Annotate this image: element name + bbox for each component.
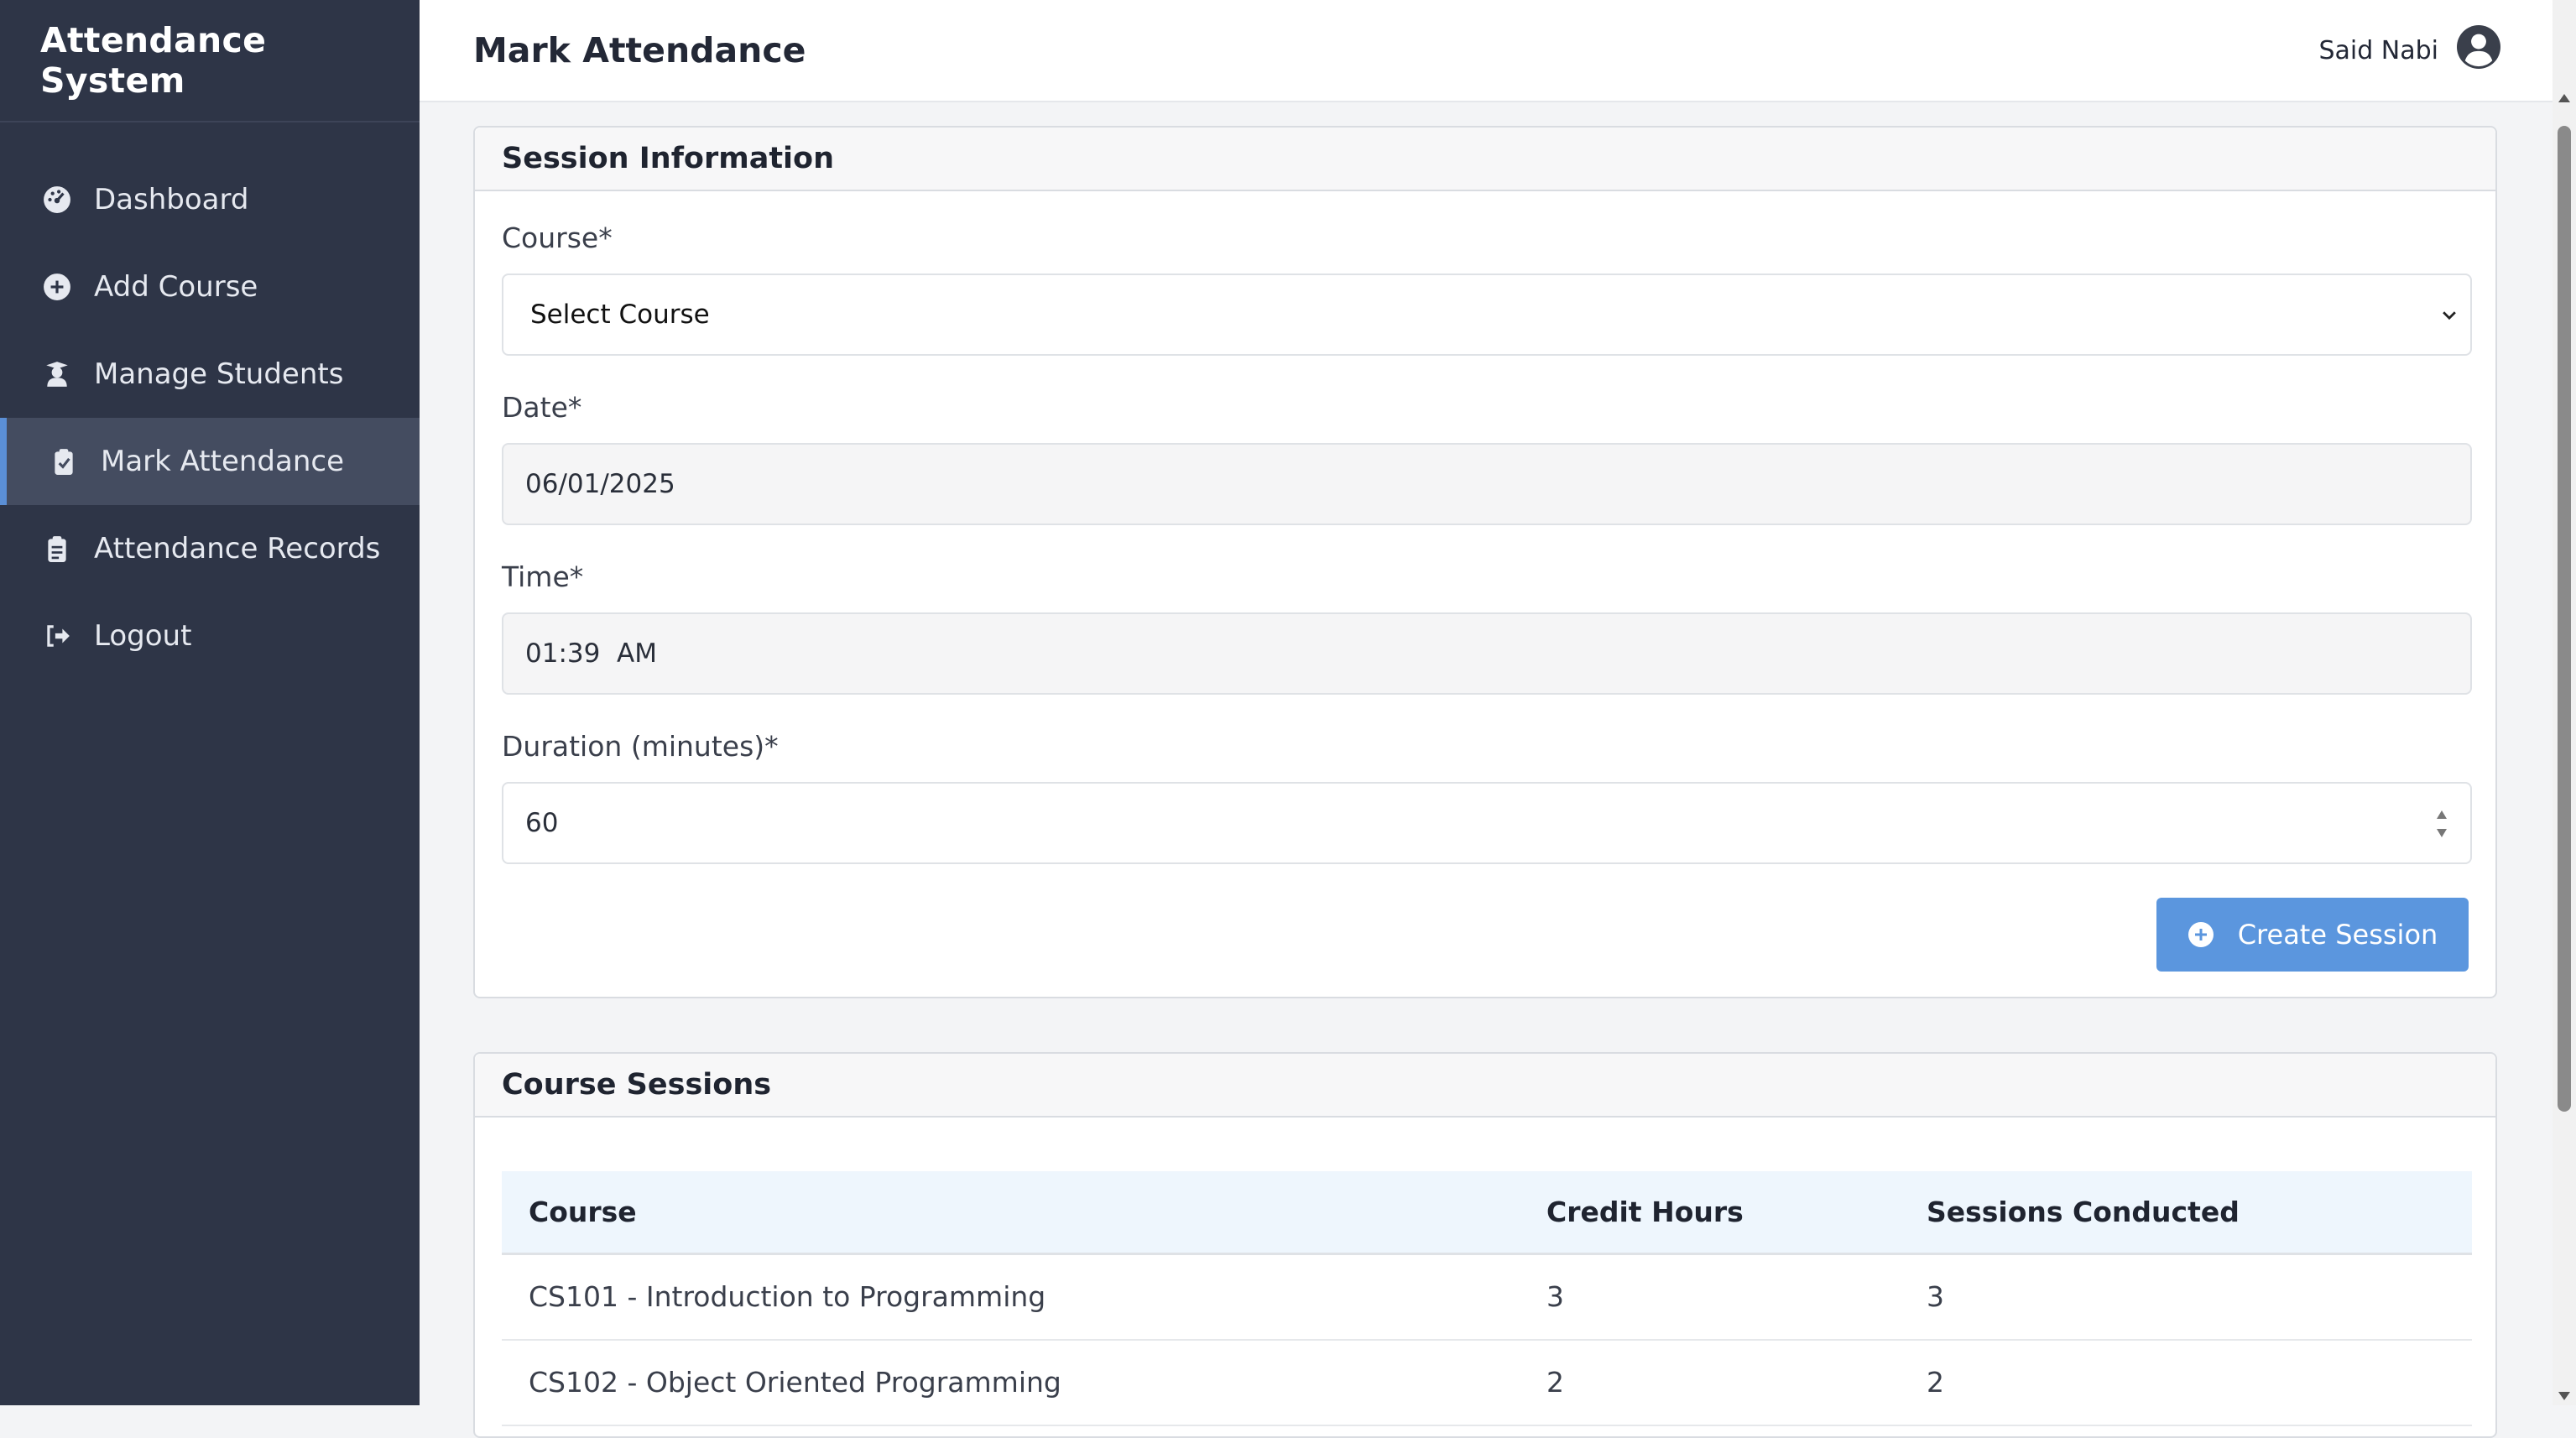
- sidebar-item-label: Manage Students: [94, 357, 344, 391]
- course-label: Course*: [502, 221, 613, 254]
- sidebar-item-manage-students[interactable]: Manage Students: [0, 331, 420, 418]
- duration-value: 60: [525, 808, 559, 838]
- sessions-conducted-cell: 3: [1900, 1253, 2472, 1341]
- date-value: 06/01/2025: [525, 469, 675, 499]
- course-select[interactable]: Select Course: [502, 274, 2472, 356]
- column-header-course: Course: [502, 1171, 1520, 1255]
- column-header-sessions-conducted: Sessions Conducted: [1900, 1171, 2472, 1255]
- time-label: Time*: [502, 560, 584, 593]
- credit-hours-cell: 3: [1520, 1253, 1900, 1341]
- sidebar-item-label: Logout: [94, 619, 192, 653]
- sidebar-item-label: Dashboard: [94, 183, 249, 216]
- sidebar-item-label: Add Course: [94, 270, 258, 304]
- sidebar: Attendance System Dashboard Add Course M…: [0, 0, 420, 1405]
- scroll-down-arrow-icon[interactable]: [2558, 1392, 2570, 1400]
- course-cell: CS101 - Introduction to Programming: [502, 1253, 1520, 1341]
- column-header-credit-hours: Credit Hours: [1520, 1171, 1900, 1255]
- table-row[interactable]: CS102 - Object Oriented Programming 2 2: [502, 1339, 2472, 1426]
- course-cell: CS102 - Object Oriented Programming: [502, 1339, 1520, 1426]
- date-label: Date*: [502, 391, 582, 424]
- sidebar-nav: Dashboard Add Course Manage Students Mar…: [0, 156, 420, 680]
- credit-hours-cell: 2: [1520, 1339, 1900, 1426]
- scroll-up-arrow-icon[interactable]: [2558, 94, 2570, 102]
- plus-circle-icon: [2188, 922, 2214, 947]
- duration-input[interactable]: 60: [502, 782, 2472, 864]
- time-value: 01:39 AM: [525, 638, 657, 669]
- top-bar: Mark Attendance Said Nabi: [420, 0, 2553, 102]
- app-title: Attendance System: [0, 0, 420, 122]
- sidebar-item-dashboard[interactable]: Dashboard: [0, 156, 420, 243]
- sessions-conducted-cell: 2: [1900, 1339, 2472, 1426]
- table-header-row: Course Credit Hours Sessions Conducted: [502, 1171, 2472, 1255]
- number-stepper-icon[interactable]: [2435, 805, 2448, 842]
- chevron-down-icon: [2443, 311, 2456, 320]
- card-title: Course Sessions: [475, 1054, 2495, 1118]
- course-sessions-table: Course Credit Hours Sessions Conducted C…: [502, 1171, 2472, 1426]
- user-name: Said Nabi: [2318, 35, 2438, 65]
- page-title: Mark Attendance: [473, 30, 806, 70]
- date-field[interactable]: 06/01/2025: [502, 443, 2472, 525]
- session-information-card: Session Information Course* Select Cours…: [473, 126, 2497, 998]
- sidebar-item-logout[interactable]: Logout: [0, 592, 420, 680]
- sidebar-item-label: Attendance Records: [94, 532, 381, 565]
- card-title: Session Information: [475, 128, 2495, 191]
- create-session-label: Create Session: [2237, 919, 2438, 951]
- sidebar-item-attendance-records[interactable]: Attendance Records: [0, 505, 420, 592]
- duration-label: Duration (minutes)*: [502, 730, 779, 763]
- user-avatar-icon: [2438, 25, 2500, 76]
- course-select-value: Select Course: [530, 300, 710, 330]
- scrollbar-thumb[interactable]: [2558, 126, 2571, 1112]
- course-sessions-card: Course Sessions Course Credit Hours Sess…: [473, 1052, 2497, 1438]
- student-icon: [42, 359, 72, 389]
- gauge-icon: [42, 185, 72, 215]
- sidebar-item-mark-attendance[interactable]: Mark Attendance: [0, 418, 420, 505]
- page-scrollbar[interactable]: [2553, 0, 2576, 1405]
- clipboard-list-icon: [42, 534, 72, 564]
- clipboard-check-icon: [49, 446, 79, 477]
- user-menu[interactable]: Said Nabi: [2318, 25, 2500, 76]
- plus-circle-icon: [42, 272, 72, 302]
- create-session-button[interactable]: Create Session: [2156, 898, 2469, 972]
- logout-icon: [42, 621, 72, 651]
- time-field[interactable]: 01:39 AM: [502, 612, 2472, 695]
- sidebar-item-label: Mark Attendance: [101, 445, 345, 478]
- sidebar-item-add-course[interactable]: Add Course: [0, 243, 420, 331]
- table-row[interactable]: CS101 - Introduction to Programming 3 3: [502, 1253, 2472, 1341]
